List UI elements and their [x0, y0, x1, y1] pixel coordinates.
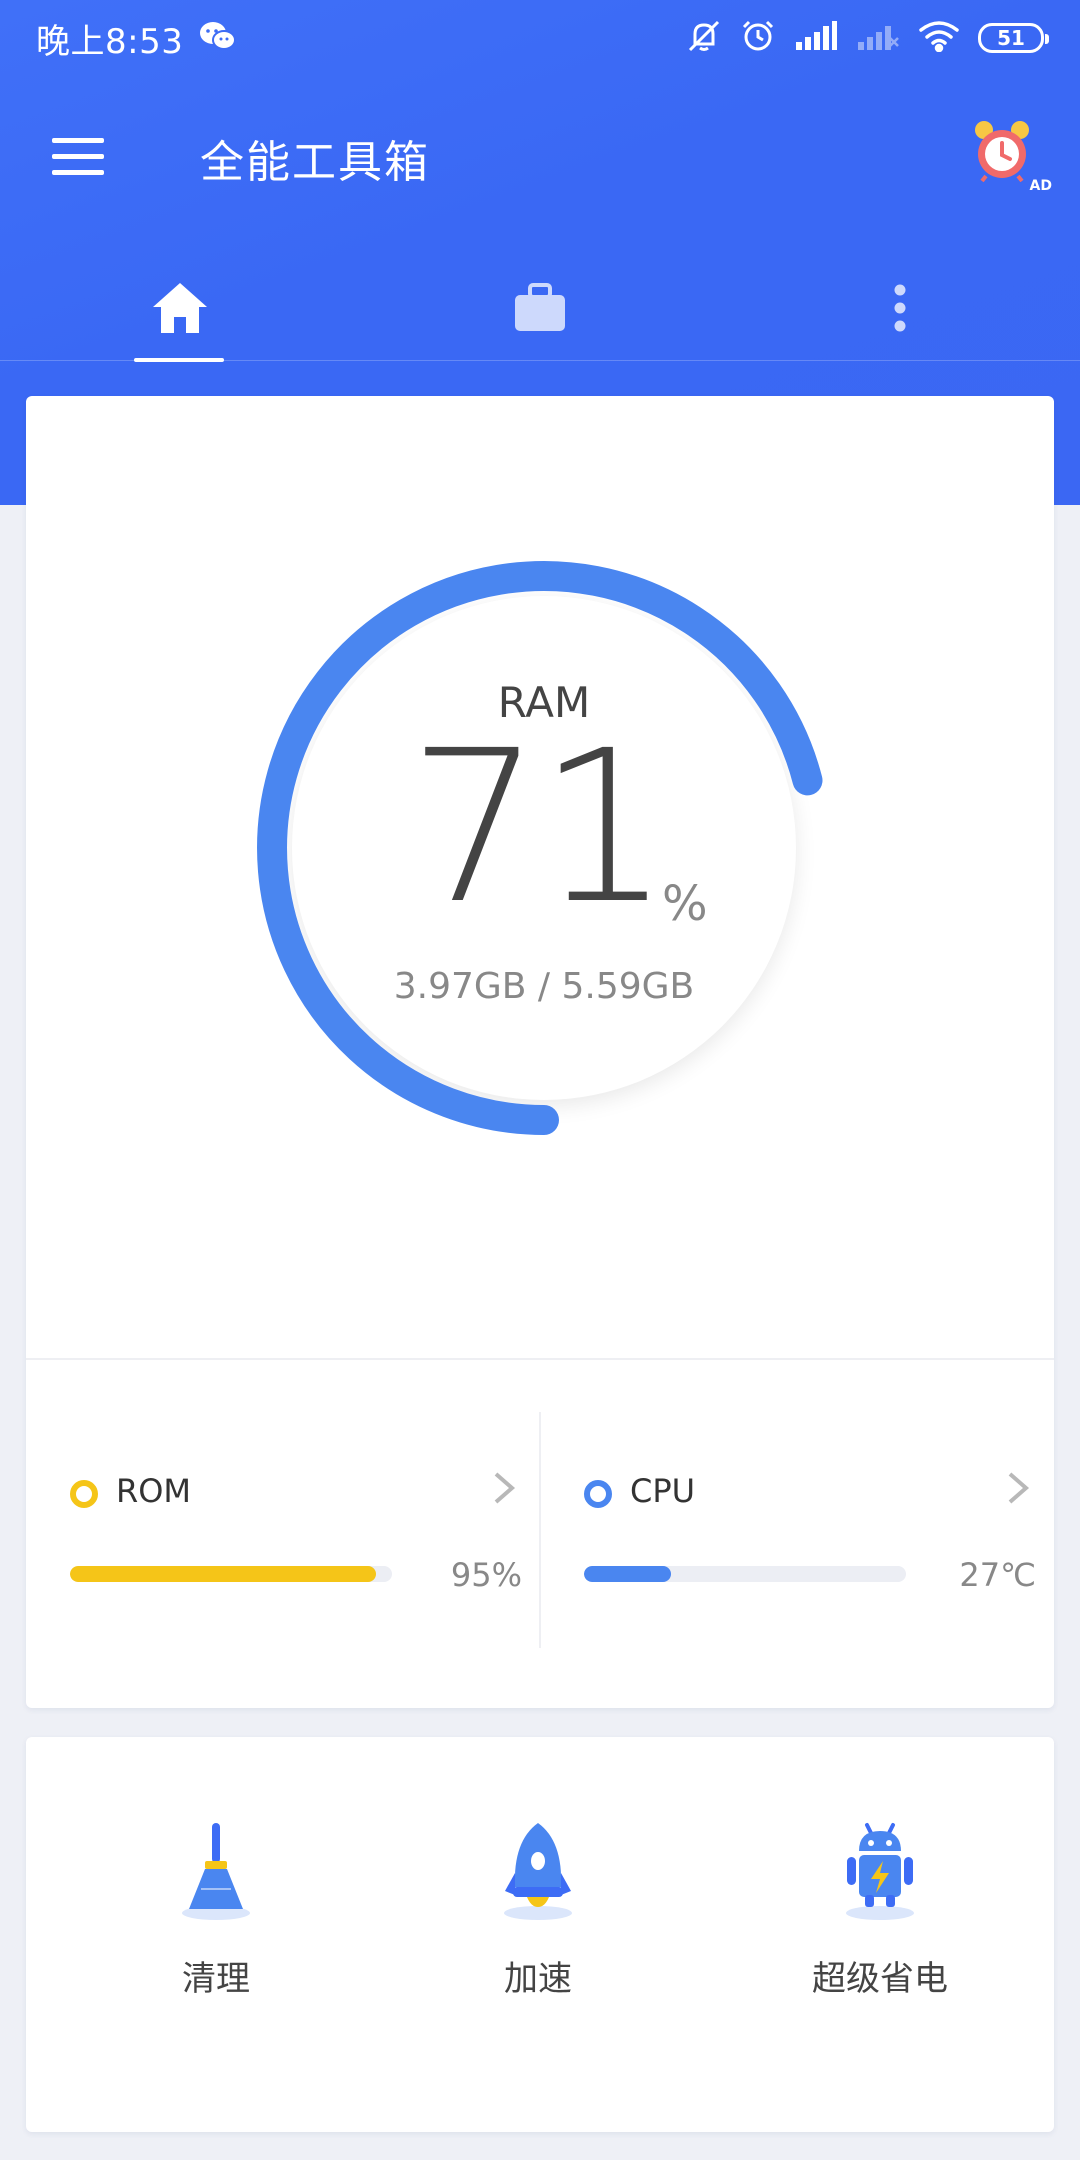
cpu-progress-bar [584, 1566, 906, 1582]
ram-percent-value: 71 [408, 705, 671, 950]
wechat-icon [199, 20, 237, 56]
status-bar: 晚上8:53 51 [0, 0, 1080, 76]
rom-dot-icon [70, 1480, 98, 1508]
signal-off-icon [856, 20, 900, 56]
signal-icon [794, 20, 838, 56]
battery-indicator: 51 [978, 23, 1049, 53]
horizontal-divider [26, 1358, 1054, 1360]
cpu-stat[interactable]: CPU 27℃ [584, 1432, 1080, 1632]
hamburger-line [52, 154, 104, 159]
boost-label: 加速 [504, 1959, 572, 1999]
rom-stat[interactable]: ROM 95% [70, 1432, 570, 1632]
rom-label: ROM [116, 1472, 192, 1510]
ram-gauge[interactable]: RAM 71 % 3.97GB / 5.59GB [254, 558, 834, 1138]
cpu-value: 27℃ [959, 1556, 1036, 1594]
tab-selected-indicator [134, 358, 224, 362]
rocket-icon [483, 1817, 593, 1927]
hamburger-line [52, 170, 104, 175]
more-vertical-icon [894, 284, 906, 332]
app-bar: 全能工具箱 AD [0, 100, 1080, 210]
cpu-dot-icon [584, 1480, 612, 1508]
rom-value: 95% [450, 1556, 522, 1594]
tab-bar [0, 255, 1080, 361]
hamburger-line [52, 138, 104, 143]
mute-icon [686, 18, 722, 58]
app-title: 全能工具箱 [200, 137, 430, 188]
ad-alarm-clock-button[interactable]: AD [970, 118, 1060, 198]
status-time: 晚上8:53 [36, 21, 184, 62]
ad-label: AD [1029, 178, 1052, 194]
briefcase-icon [515, 283, 565, 331]
cpu-progress-fill [584, 1566, 671, 1582]
chevron-right-icon [1008, 1472, 1030, 1504]
home-icon [153, 283, 207, 333]
alarm-clock-icon [975, 121, 1029, 183]
system-status-card: RAM 71 % 3.97GB / 5.59GB ROM 95% CPU 27℃ [26, 396, 1054, 1708]
chevron-right-icon [494, 1472, 516, 1504]
ram-percent-unit: % [662, 876, 708, 932]
boost-button[interactable]: 加速 [418, 1817, 658, 2077]
tab-tools[interactable] [465, 255, 615, 361]
android-battery-icon [825, 1817, 935, 1927]
tab-home[interactable] [105, 255, 255, 361]
menu-button[interactable] [52, 138, 104, 175]
cpu-label: CPU [630, 1472, 696, 1510]
broom-icon [161, 1817, 271, 1927]
tab-more[interactable] [825, 255, 975, 361]
rom-progress-fill [70, 1566, 376, 1582]
super-power-save-button[interactable]: 超级省电 [760, 1817, 1000, 2077]
quick-actions-card: 清理 加速 超级省电 [26, 1737, 1054, 2132]
clean-button[interactable]: 清理 [96, 1817, 336, 2077]
ram-usage-detail: 3.97GB / 5.59GB [393, 966, 695, 1007]
wifi-icon [918, 20, 960, 56]
rom-progress-bar [70, 1566, 392, 1582]
super-power-save-label: 超级省电 [812, 1959, 948, 1999]
alarm-icon [740, 18, 776, 58]
clean-label: 清理 [182, 1959, 250, 1999]
